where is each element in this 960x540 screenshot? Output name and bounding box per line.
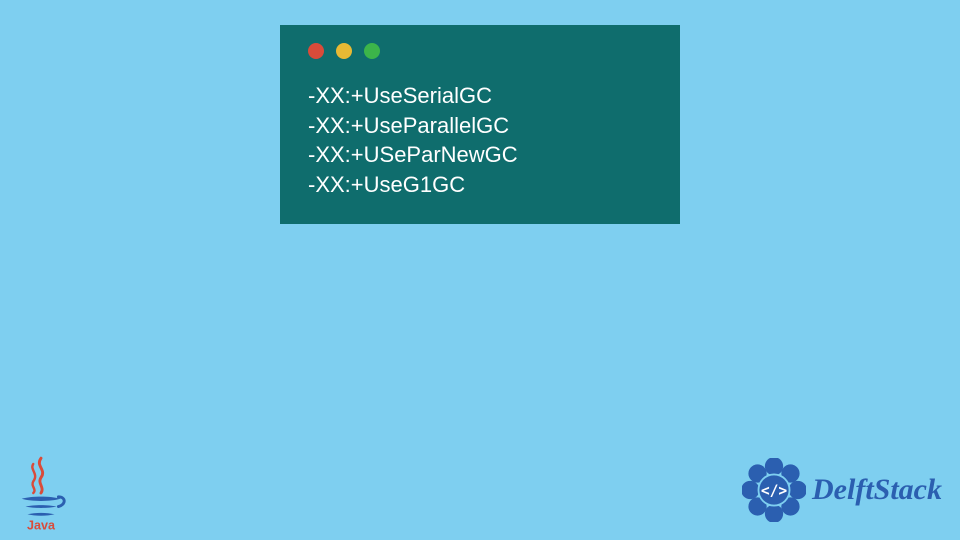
maximize-icon (364, 43, 380, 59)
minimize-icon (336, 43, 352, 59)
code-line: -XX:+UseParallelGC (308, 111, 658, 141)
code-window: -XX:+UseSerialGC -XX:+UseParallelGC -XX:… (280, 25, 680, 224)
delftstack-emblem-icon: </> (742, 458, 806, 522)
close-icon (308, 43, 324, 59)
code-line: -XX:+USeParNewGC (308, 140, 658, 170)
java-logo-icon: Java (12, 454, 70, 532)
code-line: -XX:+UseSerialGC (308, 81, 658, 111)
delftstack-label: DelftStack (812, 473, 942, 507)
svg-text:</>: </> (761, 482, 788, 499)
code-line: -XX:+UseG1GC (308, 170, 658, 200)
delftstack-logo: </> DelftStack (742, 458, 942, 522)
window-controls (308, 43, 658, 59)
java-logo-text: Java (27, 519, 56, 532)
code-block: -XX:+UseSerialGC -XX:+UseParallelGC -XX:… (302, 81, 658, 200)
